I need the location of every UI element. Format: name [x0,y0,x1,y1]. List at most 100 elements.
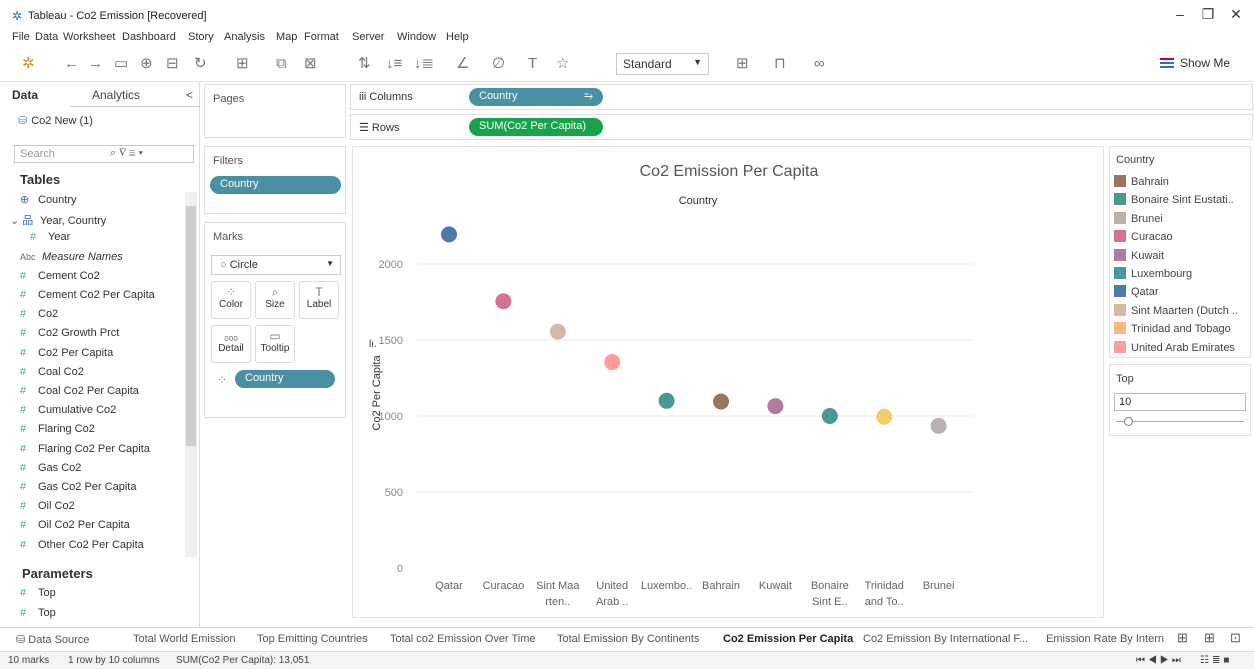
filters-card[interactable]: Filters Country [204,146,346,214]
data-point[interactable] [876,408,893,425]
data-point[interactable] [821,408,838,424]
presentation-icon[interactable]: ⊓ [774,56,786,72]
legend-item[interactable]: Luxembourg [1114,267,1248,280]
field-item[interactable]: # Coal Co2 Per Capita [20,385,139,397]
highlight-icon[interactable]: ∠ [456,56,469,72]
tooltip-button[interactable]: ▭ Tooltip [255,325,295,363]
field-item[interactable]: # Flaring Co2 [20,423,95,435]
undo-icon[interactable]: ← [64,56,79,72]
data-point[interactable] [767,398,784,415]
search-icon[interactable]: ⌕ ∇ ≣ ▾ [110,147,143,160]
datasource-item[interactable]: ⛁ Co2 New (1) [18,114,93,127]
marks-pill-country[interactable]: Country [235,370,335,388]
data-point[interactable] [930,417,947,434]
menu-file[interactable]: File [12,31,30,43]
field-item[interactable]: # Coal Co2 [20,366,84,378]
menu-data[interactable]: Data [35,31,58,43]
field-item[interactable]: # Cement Co2 Per Capita [20,289,155,301]
rows-shelf[interactable]: ☰ Rows SUM(Co2 Per Capita) [350,114,1253,140]
color-button[interactable]: ⁘ Color [211,281,251,319]
refresh-icon[interactable]: ↻ [194,56,207,72]
sheet-tab[interactable]: Co2 Emission By International F... [863,633,1028,645]
label-button[interactable]: T Label [299,281,339,319]
field-item[interactable]: ⊕ Country [20,193,77,206]
legend-item[interactable]: Curacao [1114,230,1248,243]
sort-ascending-icon[interactable]: ↓≡ [386,56,402,72]
field-item[interactable]: # Year [30,231,70,243]
new-dashboard-icon[interactable]: ⊞ [1204,630,1215,646]
axis-sort-icon[interactable]: lı. [369,339,377,350]
data-point[interactable] [441,226,457,243]
new-story-icon[interactable]: ⊡ [1230,630,1241,646]
slider-handle[interactable] [1124,417,1133,426]
columns-shelf[interactable]: iii Columns Country ⥱ [350,84,1253,110]
sheet-tab[interactable]: Top Emitting Countries [257,633,368,645]
field-item[interactable]: # Other Co2 Per Capita [20,539,144,551]
menu-worksheet[interactable]: Worksheet [63,31,115,43]
menu-window[interactable]: Window [397,31,436,43]
sort-descending-icon[interactable]: ↓≣ [414,56,434,72]
show-labels-icon[interactable]: T [528,56,537,72]
new-worksheet-icon[interactable]: ⊞ [1177,630,1188,646]
detail-button[interactable]: ₒₒₒ Detail [211,325,251,363]
data-point[interactable] [713,393,729,410]
new-worksheet-icon[interactable]: ⊞ [236,56,249,72]
filter-pill-country[interactable]: Country [210,176,341,194]
menu-analysis[interactable]: Analysis [224,31,265,43]
menu-dashboard[interactable]: Dashboard [122,31,176,43]
field-item[interactable]: Abc Measure Names [20,251,123,263]
menu-help[interactable]: Help [446,31,469,43]
sheet-tab[interactable]: Total Emission By Continents [557,633,699,645]
sheet-tab[interactable]: Emission Rate By Intern [1046,633,1170,645]
menu-story[interactable]: Story [188,31,214,43]
view-mode-icon[interactable]: ☷≣■ [1200,655,1232,666]
data-source-tab[interactable]: ⛁ Data Source [16,633,89,646]
size-button[interactable]: ⌕ Size [255,281,295,319]
field-item[interactable]: # Oil Co2 Per Capita [20,519,130,531]
pages-card[interactable]: Pages [204,84,346,138]
columns-pill-country[interactable]: Country ⥱ [469,88,603,106]
collapse-pane-icon[interactable]: < [186,88,193,102]
field-item[interactable]: # Cumulative Co2 [20,404,116,416]
menu-format[interactable]: Format [304,31,339,43]
rows-pill-sum-co2[interactable]: SUM(Co2 Per Capita) [469,118,603,136]
field-item[interactable]: # Co2 [20,308,58,320]
field-item[interactable]: # Gas Co2 Per Capita [20,481,136,493]
legend-item[interactable]: United Arab Emirates [1114,340,1248,354]
show-me-button[interactable]: Show Me [1159,56,1230,70]
redo-icon[interactable]: → [88,56,103,72]
sheet-tab-active[interactable]: Co2 Emission Per Capita [723,633,853,645]
share-icon[interactable]: ∞ [814,56,825,72]
tableau-home-icon[interactable]: ✲ [22,56,35,72]
parameter-item[interactable]: # Top [20,607,56,619]
legend-item[interactable]: Trinidad and Tobago [1114,322,1248,335]
field-item[interactable]: # Co2 Per Capita [20,347,113,359]
page-nav-icon[interactable]: ⏮◀▶⏭ [1136,655,1184,666]
data-point[interactable] [549,323,566,340]
field-item[interactable]: # Oil Co2 [20,500,75,512]
sheet-tab[interactable]: Total co2 Emission Over Time [390,633,536,645]
legend-item[interactable]: Kuwait [1114,248,1248,262]
data-point[interactable] [658,392,675,409]
tab-analytics[interactable]: Analytics [92,88,140,102]
field-item[interactable]: ⌄ 品 Year, Country [10,212,106,228]
search-input[interactable]: Search [14,145,194,163]
clear-sheet-icon[interactable]: ⊠ [304,56,317,72]
restore-icon[interactable]: ❐ [1198,6,1218,23]
field-item[interactable]: # Flaring Co2 Per Capita [20,443,150,455]
new-datasource-icon[interactable]: ⊕ [140,56,153,72]
parameter-item[interactable]: # Top [20,587,56,599]
menu-map[interactable]: Map [276,31,297,43]
pause-updates-icon[interactable]: ⊟ [166,56,179,72]
save-icon[interactable]: ▭ [114,56,128,72]
legend-item[interactable]: Brunei [1114,211,1248,225]
sheet-tab[interactable]: Total World Emission [133,633,236,645]
duplicate-sheet-icon[interactable]: ⧉ [276,56,287,72]
fit-select[interactable]: Standard ▼ [616,53,709,75]
top-param-slider[interactable] [1116,421,1244,422]
minimize-icon[interactable]: – [1170,6,1190,22]
field-item[interactable]: # Gas Co2 [20,462,81,474]
swap-icon[interactable]: ⇅ [358,56,371,72]
legend-item[interactable]: Sint Maarten (Dutch .. [1114,303,1248,317]
close-icon[interactable]: ✕ [1226,6,1246,23]
